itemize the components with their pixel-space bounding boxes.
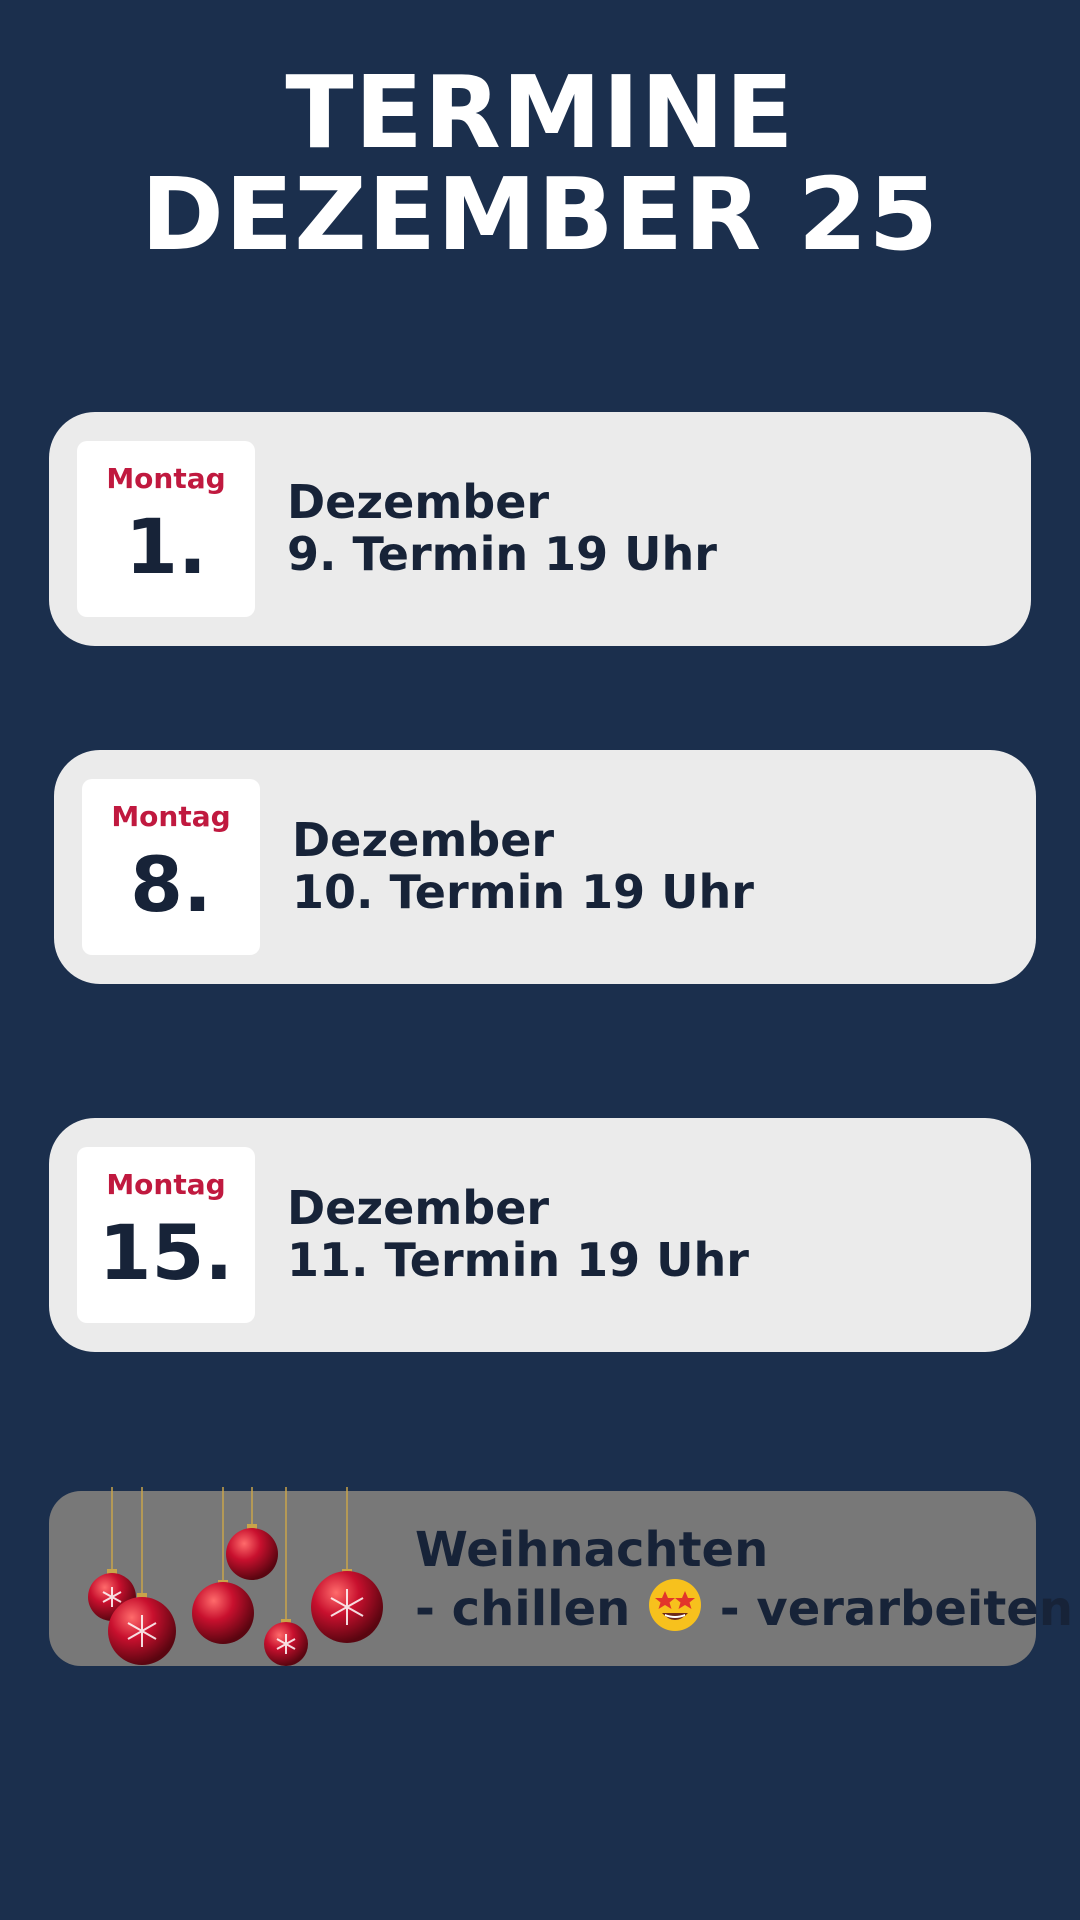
appointment-detail: 11. Termin 19 Uhr [287,1233,749,1287]
holiday-title: Weihnachten [415,1522,769,1578]
holiday-line-part2: - verarbeiten [719,1581,1074,1637]
calendar-date-box: Montag 1. [77,441,255,617]
appointment-month: Dezember [287,1181,550,1235]
title-line-1: TERMINE [285,54,795,171]
title-line-2: DEZEMBER 25 [140,156,940,273]
calendar-date-box: Montag 8. [82,779,260,955]
holiday-line-part1: - chillen [415,1581,631,1637]
weekday-label: Montag [106,462,226,495]
day-number: 15. [98,1208,234,1297]
holiday-text: Weihnachten - chillen - verarbeiten [415,1523,1073,1636]
weekday-label: Montag [111,800,231,833]
appointment-card-2: Montag 8. Dezember 10. Termin 19 Uhr [54,750,1036,984]
appointment-card-3: Montag 15. Dezember 11. Termin 19 Uhr [49,1118,1031,1352]
page-title: TERMINE DEZEMBER 25 [0,62,1080,266]
star-struck-emoji-icon [649,1579,702,1631]
appointment-month: Dezember [292,813,555,867]
holiday-line: - chillen - verarbeiten [415,1577,1073,1636]
day-number: 1. [125,502,207,591]
appointment-month: Dezember [287,475,550,529]
appointment-text: Dezember 11. Termin 19 Uhr [287,1182,749,1286]
weekday-label: Montag [106,1168,226,1201]
appointment-detail: 10. Termin 19 Uhr [292,865,754,919]
calendar-date-box: Montag 15. [77,1147,255,1323]
appointment-card-1: Montag 1. Dezember 9. Termin 19 Uhr [49,412,1031,646]
holiday-card: Weihnachten - chillen - verarbeiten [49,1487,1073,1666]
day-number: 8. [130,840,212,929]
appointment-detail: 9. Termin 19 Uhr [287,527,717,581]
appointment-text: Dezember 9. Termin 19 Uhr [287,476,717,580]
appointment-text: Dezember 10. Termin 19 Uhr [292,814,754,918]
christmas-ornaments-icon [88,1487,383,1666]
